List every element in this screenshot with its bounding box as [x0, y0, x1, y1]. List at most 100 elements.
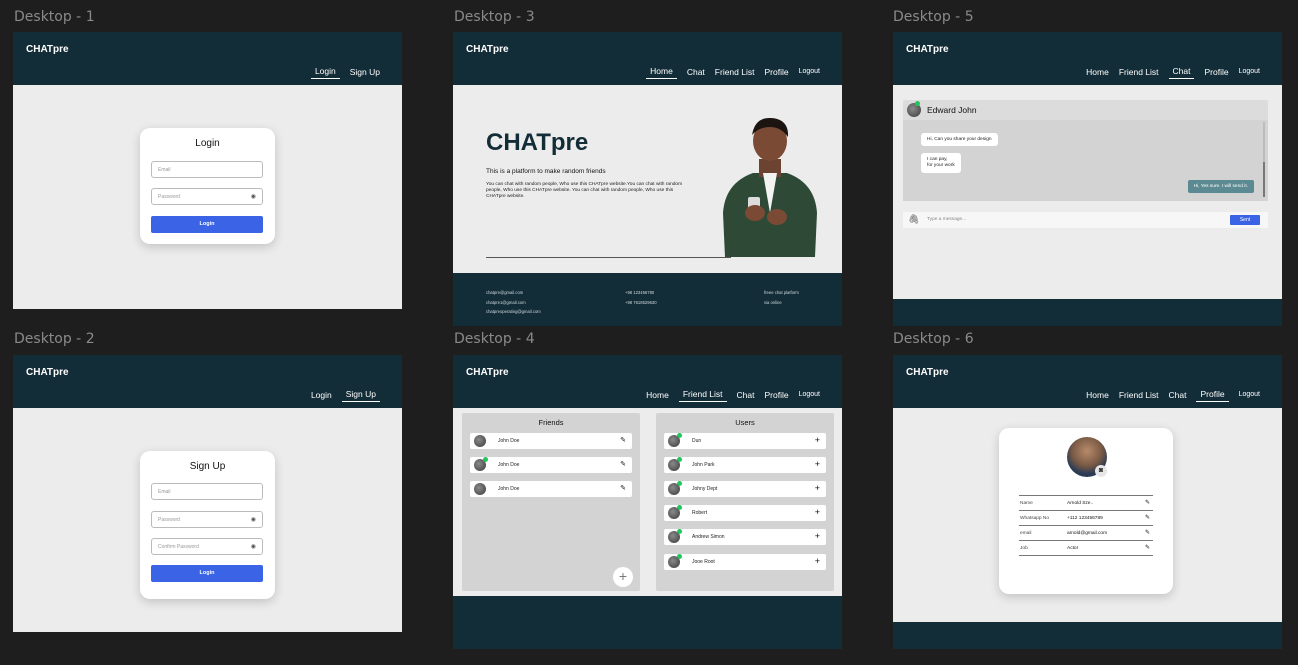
profile-field-job: Job Actor ✎: [1019, 541, 1153, 556]
footer-email-1[interactable]: chatpre@gmail.com: [486, 288, 541, 298]
nav-bar: Home Friend List Chat Profile Logout: [1086, 66, 1260, 79]
edit-icon[interactable]: ✎: [1145, 544, 1150, 551]
nav-friend-list[interactable]: Friend List: [1119, 390, 1159, 402]
user-row[interactable]: Johny Dept +: [664, 481, 826, 497]
scrollbar-thumb[interactable]: [1263, 162, 1265, 197]
user-row[interactable]: Andrew Simon +: [664, 529, 826, 545]
nav-profile[interactable]: Profile: [764, 390, 788, 402]
nav-bar: Login Sign Up: [310, 66, 380, 79]
footer-email-3[interactable]: chatpreoperating@gmail.com: [486, 307, 541, 317]
frame-label-desktop-2: Desktop - 2: [14, 331, 95, 347]
add-user-icon[interactable]: +: [815, 507, 820, 517]
edit-icon[interactable]: ✎: [1145, 499, 1150, 506]
desktop-5-chat-frame: CHATpre Home Friend List Chat Profile Lo…: [893, 32, 1282, 326]
nav-chat[interactable]: Chat: [687, 67, 705, 79]
password-field[interactable]: Password ◉: [151, 188, 263, 205]
footer-phones: +98 123456780 +98 7618529630: [625, 288, 657, 307]
friend-row[interactable]: John Doe ✎: [470, 481, 632, 497]
brand-logo[interactable]: CHATpre: [26, 44, 69, 55]
nav-home[interactable]: Home: [646, 390, 669, 402]
desktop-4-friend-list-frame: CHATpre Home Friend List Chat Profile Lo…: [453, 355, 842, 649]
add-user-icon[interactable]: +: [815, 435, 820, 445]
nav-signup[interactable]: Sign Up: [341, 389, 380, 402]
nav-chat[interactable]: Chat: [1169, 390, 1187, 402]
user-row[interactable]: Dun +: [664, 433, 826, 449]
nav-friend-list[interactable]: Friend List: [715, 67, 755, 79]
friend-row[interactable]: John Doe ✎: [470, 433, 632, 449]
user-row[interactable]: Jooe Root +: [664, 554, 826, 570]
add-user-icon[interactable]: +: [815, 556, 820, 566]
brand-logo[interactable]: CHATpre: [466, 44, 509, 55]
brand-logo[interactable]: CHATpre: [906, 367, 949, 378]
login-button[interactable]: Login: [151, 216, 263, 233]
site-footer: [893, 622, 1282, 649]
nav-logout[interactable]: Logout: [1239, 391, 1260, 400]
brand-logo[interactable]: CHATpre: [906, 44, 949, 55]
nav-profile[interactable]: Profile: [1204, 67, 1228, 79]
edit-icon[interactable]: ✎: [620, 484, 626, 492]
nav-profile[interactable]: Profile: [1196, 389, 1229, 402]
confirm-password-field[interactable]: Confirm Password ◉: [151, 538, 263, 555]
brand-logo[interactable]: CHATpre: [466, 367, 509, 378]
scrollbar[interactable]: [1263, 122, 1265, 197]
desktop-6-profile-frame: CHATpre Home Friend List Chat Profile Lo…: [893, 355, 1282, 649]
message-area[interactable]: Hi, Can you share your design I can pay,…: [903, 120, 1268, 201]
frame-label-desktop-4: Desktop - 4: [454, 331, 535, 347]
eye-icon[interactable]: ◉: [251, 543, 256, 550]
field-label: Whatsapp No: [1020, 516, 1050, 521]
footer-phone-2: +98 7618529630: [625, 299, 657, 305]
footer-email-2[interactable]: chatpre1@gmail.com: [486, 298, 541, 308]
nav-home[interactable]: Home: [1086, 390, 1109, 402]
paperclip-icon[interactable]: 🖇: [908, 214, 919, 225]
nav-friend-list[interactable]: Friend List: [1119, 67, 1159, 79]
add-user-icon[interactable]: +: [815, 459, 820, 469]
nav-login[interactable]: Login: [310, 66, 340, 79]
eye-icon[interactable]: ◉: [251, 193, 256, 200]
user-name: John Park: [692, 462, 715, 468]
frame-label-desktop-3: Desktop - 3: [454, 9, 535, 25]
send-button[interactable]: Sent: [1230, 215, 1260, 225]
online-status-icon: [677, 433, 682, 438]
user-name: Johny Dept: [692, 486, 718, 492]
edit-icon[interactable]: ✎: [1145, 529, 1150, 536]
login-card: Login Email Password ◉ Login: [140, 128, 275, 244]
friend-name: John Doe: [498, 486, 520, 492]
signup-submit-button[interactable]: Login: [151, 565, 263, 582]
nav-logout[interactable]: Logout: [799, 68, 820, 77]
nav-chat[interactable]: Chat: [737, 390, 755, 402]
nav-chat[interactable]: Chat: [1168, 66, 1195, 79]
nav-home[interactable]: Home: [646, 66, 677, 79]
eye-icon[interactable]: ◉: [251, 516, 256, 523]
camera-icon[interactable]: ◙: [1095, 465, 1107, 477]
frame-label-desktop-5: Desktop - 5: [893, 9, 974, 25]
email-field[interactable]: Email: [151, 161, 263, 178]
nav-login[interactable]: Login: [311, 390, 332, 402]
add-user-icon[interactable]: +: [815, 531, 820, 541]
add-friend-button[interactable]: +: [613, 567, 633, 587]
hero-section: CHATpre This is a platform to make rando…: [453, 85, 842, 273]
nav-logout[interactable]: Logout: [799, 391, 820, 400]
email-field[interactable]: Email: [151, 483, 263, 500]
message-input[interactable]: Type a message...: [927, 217, 966, 222]
user-row[interactable]: John Park +: [664, 457, 826, 473]
brand-logo[interactable]: CHATpre: [26, 367, 69, 378]
nav-bar: Home Chat Friend List Profile Logout: [646, 66, 820, 79]
password-placeholder: Password: [158, 517, 180, 523]
nav-profile[interactable]: Profile: [764, 67, 788, 79]
nav-signup[interactable]: Sign Up: [350, 67, 380, 79]
edit-icon[interactable]: ✎: [1145, 514, 1150, 521]
nav-home[interactable]: Home: [1086, 67, 1109, 79]
edit-icon[interactable]: ✎: [620, 460, 626, 468]
friend-row[interactable]: John Doe ✎: [470, 457, 632, 473]
message-bubble-outgoing: Hi, Yes sure. I will send it.: [1187, 180, 1254, 193]
header: CHATpre Home Chat Friend List Profile Lo…: [453, 32, 842, 85]
profile-body: ◙ Name Arnold Sze.. ✎ Whatsapp No +112 1…: [893, 408, 1282, 622]
user-row[interactable]: Robert +: [664, 505, 826, 521]
add-user-icon[interactable]: +: [815, 483, 820, 493]
desktop-3-home-frame: CHATpre Home Chat Friend List Profile Lo…: [453, 32, 842, 326]
nav-logout[interactable]: Logout: [1239, 68, 1260, 77]
nav-friend-list[interactable]: Friend List: [678, 389, 727, 402]
header: CHATpre Login Sign Up: [13, 32, 402, 85]
edit-icon[interactable]: ✎: [620, 436, 626, 444]
password-field[interactable]: Password ◉: [151, 511, 263, 528]
